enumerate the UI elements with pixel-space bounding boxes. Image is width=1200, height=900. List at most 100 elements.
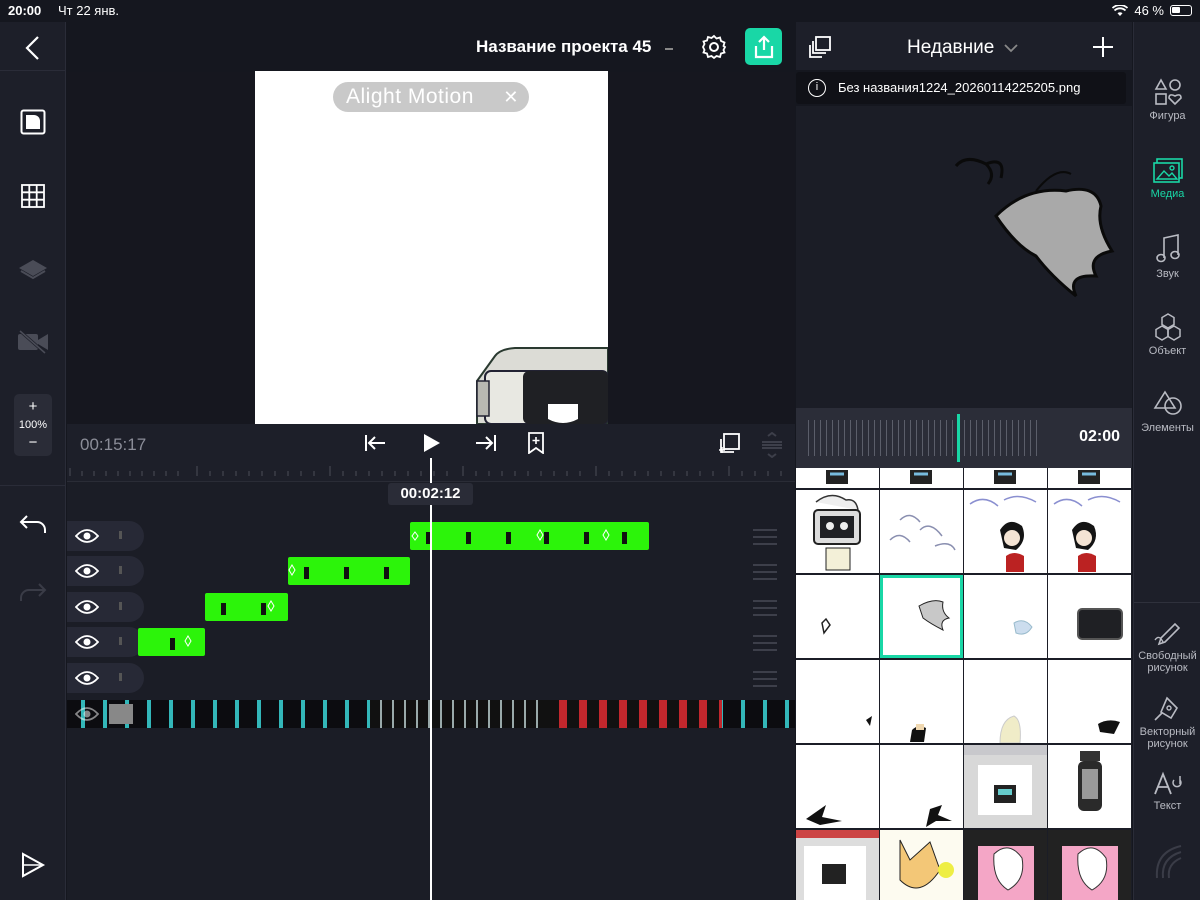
track-drag-handle[interactable]	[753, 671, 777, 687]
eye-icon	[75, 529, 99, 543]
tool-audio[interactable]: Звук	[1134, 234, 1200, 280]
layers-button[interactable]	[13, 250, 53, 290]
media-duration: 02:00	[1079, 428, 1120, 445]
media-thumb[interactable]	[1048, 575, 1131, 658]
thumb-image	[999, 715, 1021, 743]
export-button[interactable]	[745, 28, 782, 65]
tool-text[interactable]: Текст	[1134, 770, 1200, 812]
media-thumb[interactable]	[796, 490, 879, 573]
camera-off-icon	[18, 330, 48, 354]
tool-object[interactable]: Объект	[1134, 313, 1200, 357]
clip-track-3[interactable]	[205, 593, 288, 621]
media-thumb[interactable]	[1048, 490, 1131, 573]
track-visibility-1[interactable]	[67, 521, 144, 551]
media-source-dropdown[interactable]: Недавние	[907, 37, 1018, 59]
thumb-image	[910, 470, 932, 484]
media-thumb[interactable]	[1048, 830, 1131, 900]
zoom-out-button[interactable]: −	[14, 434, 52, 452]
media-thumb[interactable]	[880, 468, 963, 488]
track-thumbnail-icon	[119, 673, 122, 681]
tool-freehand-label: Свободный рисунок	[1138, 650, 1197, 674]
thumb-image	[1098, 720, 1120, 734]
track-visibility-4[interactable]	[67, 627, 144, 657]
zoom-control: + 100% −	[14, 394, 52, 456]
tool-object-label: Объект	[1148, 345, 1187, 357]
tool-vector[interactable]: Векторный рисунок	[1134, 694, 1200, 750]
project-title[interactable]: Название проекта 45	[476, 37, 651, 57]
clip-track-4[interactable]	[138, 628, 205, 656]
thumb-image	[964, 745, 1047, 815]
track-thumbnail-icon	[119, 566, 122, 574]
media-thumb[interactable]	[796, 660, 879, 743]
tool-shape[interactable]: Фигура	[1134, 78, 1200, 122]
tool-vector-label: Векторный рисунок	[1139, 726, 1196, 750]
media-thumb[interactable]	[1048, 660, 1131, 743]
media-thumb[interactable]	[964, 575, 1047, 658]
thumb-image	[806, 805, 842, 825]
zoom-level: 100%	[18, 419, 48, 431]
media-thumb[interactable]	[880, 745, 963, 828]
media-thumb[interactable]	[796, 575, 879, 658]
skip-to-end-icon[interactable]	[475, 434, 497, 452]
track-thumbnail-icon	[119, 531, 122, 539]
media-thumb[interactable]	[964, 745, 1047, 828]
eye-icon	[75, 600, 99, 614]
media-thumb[interactable]	[1048, 745, 1131, 828]
plus-icon[interactable]	[1092, 36, 1114, 58]
media-thumb[interactable]	[880, 660, 963, 743]
camera-button[interactable]	[13, 322, 53, 362]
media-thumb[interactable]	[1048, 468, 1131, 488]
track-drag-handle[interactable]	[753, 600, 777, 616]
media-thumb[interactable]	[880, 490, 963, 573]
tool-media[interactable]: Медиа	[1134, 158, 1200, 200]
title-ellipsis	[665, 48, 673, 50]
media-thumb[interactable]	[880, 830, 963, 900]
hexagons-icon	[1154, 313, 1181, 341]
status-right: 46 %	[1112, 3, 1192, 18]
play-mode-button[interactable]	[13, 845, 53, 885]
media-thumb[interactable]	[796, 745, 879, 828]
status-date: Чт 22 янв.	[58, 3, 120, 18]
scrubber-handle[interactable]	[957, 414, 960, 462]
media-thumb[interactable]	[964, 468, 1047, 488]
track-visibility-5[interactable]	[67, 663, 144, 693]
track-visibility-6[interactable]	[74, 706, 100, 722]
track-visibility-2[interactable]	[67, 556, 144, 586]
playhead-time: 00:02:12	[388, 483, 473, 505]
tool-freehand[interactable]: Свободный рисунок	[1134, 620, 1200, 674]
undo-button[interactable]	[13, 504, 53, 544]
character-illustration	[476, 347, 608, 424]
media-thumb-selected[interactable]	[880, 575, 963, 658]
grid-button[interactable]	[13, 176, 53, 216]
bookmark-add-icon[interactable]	[528, 432, 544, 454]
media-thumb[interactable]	[964, 830, 1047, 900]
media-scrubber[interactable]: 02:00	[796, 408, 1132, 468]
clip-track-1[interactable]	[410, 522, 649, 550]
clip-track-2[interactable]	[288, 557, 410, 585]
media-thumb[interactable]	[796, 830, 879, 900]
aspect-ratio-button[interactable]	[13, 102, 53, 142]
text-icon	[1153, 771, 1182, 795]
play-icon[interactable]	[423, 433, 441, 453]
track-drag-handle[interactable]	[753, 635, 777, 651]
track-visibility-3[interactable]	[67, 592, 144, 622]
settings-button[interactable]	[700, 33, 728, 61]
tool-elements[interactable]: Элементы	[1134, 390, 1200, 434]
thumb-image	[813, 494, 861, 571]
back-button[interactable]	[13, 28, 53, 68]
track-drag-handle[interactable]	[753, 564, 777, 580]
thumb-image	[1078, 470, 1100, 484]
media-thumb[interactable]	[964, 490, 1047, 573]
project-canvas[interactable]: Alight Motion ✕	[255, 71, 608, 424]
media-thumb[interactable]	[964, 660, 1047, 743]
duplicate-icon[interactable]	[717, 432, 741, 456]
track-drag-handle[interactable]	[753, 529, 777, 545]
zoom-in-button[interactable]: +	[14, 398, 52, 416]
playhead[interactable]	[430, 458, 432, 900]
collapse-tracks-icon[interactable]	[761, 432, 783, 458]
info-icon[interactable]: i	[808, 79, 826, 97]
redo-button[interactable]	[13, 572, 53, 612]
skip-to-start-icon[interactable]	[364, 434, 386, 452]
media-thumb[interactable]	[796, 468, 879, 488]
layers-copy-icon[interactable]	[808, 36, 832, 58]
